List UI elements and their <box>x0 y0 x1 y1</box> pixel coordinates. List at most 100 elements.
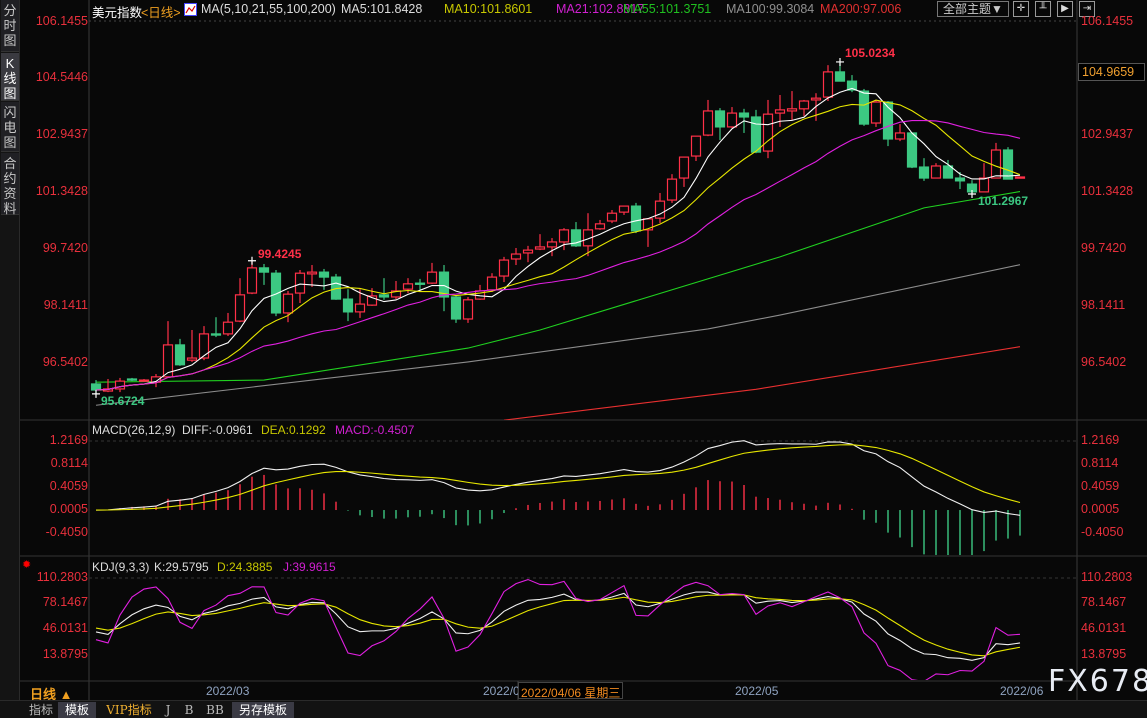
candle-body <box>234 294 246 322</box>
candle-body <box>954 177 966 182</box>
theme-dropdown[interactable]: 全部主题▼ <box>937 1 1009 17</box>
price-tick: 102.9437 <box>35 127 88 141</box>
tab-j[interactable]: J <box>160 702 176 718</box>
candle-body <box>90 383 102 391</box>
kdj-d: D:24.3885 <box>217 560 273 574</box>
candle-body <box>714 110 726 128</box>
candle <box>858 88 870 126</box>
date-tick: 2022/06 <box>1000 684 1044 698</box>
candle <box>234 278 246 323</box>
extreme-marker <box>92 389 100 398</box>
price-tick-right: 99.7420 <box>1081 241 1127 255</box>
ma-params: MA(5,10,21,55,100,200) <box>201 2 336 16</box>
candle-body <box>894 132 906 140</box>
local-low-annotation: 101.2967 <box>978 194 1029 208</box>
kdj-k: K:29.5795 <box>154 560 209 574</box>
axis-icon[interactable]: ╨ <box>1035 1 1051 17</box>
candle-body <box>762 113 774 152</box>
macd-tick: 0.0005 <box>49 502 88 516</box>
tab-bb[interactable]: BB <box>202 702 228 718</box>
candle-body <box>546 241 558 248</box>
kdj-tick: 110.2803 <box>36 570 88 584</box>
candle <box>618 205 630 215</box>
candle <box>726 107 738 128</box>
candle-body <box>906 132 918 168</box>
price-tick: 106.1455 <box>35 14 88 28</box>
ma10-line <box>95 99 1021 391</box>
kdj-tick-right: 78.1467 <box>1081 595 1127 609</box>
date-tick: 2022/03 <box>206 684 250 698</box>
candle <box>354 289 366 318</box>
candle <box>390 280 402 300</box>
kdj-tick: 13.8795 <box>42 647 88 661</box>
candle <box>138 378 150 382</box>
local-high-annotation: 99.4245 <box>258 247 302 261</box>
candle-body <box>402 283 414 290</box>
candle-body <box>786 108 798 112</box>
price-tick-right: 98.1411 <box>1081 298 1126 312</box>
play-icon[interactable]: ▶ <box>1057 1 1073 17</box>
candle <box>498 256 510 283</box>
candle <box>606 209 618 224</box>
ma100-value: MA100:99.3084 <box>726 2 815 16</box>
candle <box>162 321 174 378</box>
tab-templates[interactable]: 模板 <box>58 702 96 718</box>
candle-body <box>774 109 786 114</box>
candle <box>186 329 198 362</box>
ma5-line <box>95 87 1021 391</box>
template-bar: 指标 模板 VIP指标 J B BB 另存模板 <box>0 700 1147 718</box>
kdj-j-line <box>95 578 1021 680</box>
candle <box>906 132 918 169</box>
candle-body <box>534 246 546 250</box>
candle-body <box>618 205 630 213</box>
price-tick: 98.1411 <box>43 298 88 312</box>
candle-body <box>486 276 498 291</box>
tab-indicators[interactable]: 指标 <box>26 702 56 718</box>
chart-canvas[interactable] <box>0 0 1147 718</box>
macd-tick-right: 1.2169 <box>1081 433 1120 447</box>
candle-body <box>306 271 318 275</box>
macd-tick: 0.8114 <box>50 456 88 470</box>
candle-body <box>690 135 702 157</box>
chart-type-icon[interactable] <box>184 3 197 16</box>
candle-body <box>342 298 354 313</box>
extreme-marker <box>836 57 844 66</box>
candle-body <box>630 205 642 232</box>
kdj-tick-right: 110.2803 <box>1081 570 1133 584</box>
candle-body <box>942 165 954 179</box>
price-tick: 104.5446 <box>35 70 88 84</box>
candle <box>750 109 762 154</box>
candle <box>174 338 186 366</box>
candle <box>330 273 342 300</box>
candle <box>594 219 606 230</box>
candle-body <box>978 177 990 193</box>
macd-title: MACD(26,12,9) <box>92 423 176 437</box>
ma200-line <box>503 346 1021 420</box>
candle-body <box>510 253 522 260</box>
crosshair-icon[interactable]: ✛ <box>1013 1 1029 17</box>
candle-body <box>990 149 1002 179</box>
kdj-tick-right: 46.0131 <box>1081 621 1127 635</box>
period-label: <日线> <box>141 6 181 20</box>
candle-body <box>522 249 534 254</box>
candle-body <box>426 271 438 284</box>
low-annotation: 95.6724 <box>101 394 145 408</box>
candle <box>714 108 726 141</box>
tab-b[interactable]: B <box>180 702 198 718</box>
tab-vip-indicators[interactable]: VIP指标 <box>102 702 156 718</box>
date-tick: 2022/05 <box>735 684 779 698</box>
candle <box>522 245 534 263</box>
candle <box>210 317 222 338</box>
price-tick-right: 101.3428 <box>1081 184 1134 198</box>
macd-dea: DEA:0.1292 <box>261 423 326 437</box>
indicator-alert-icon[interactable]: ✹ <box>22 558 34 571</box>
candle <box>342 289 354 322</box>
ma10-value: MA10:101.8601 <box>444 2 533 16</box>
candle-body <box>750 116 762 153</box>
price-tick-right: 106.1455 <box>1081 14 1134 28</box>
candle-body <box>1014 176 1026 179</box>
tab-save-template[interactable]: 另存模板 <box>232 702 294 718</box>
kdj-j: J:39.9615 <box>283 560 336 574</box>
candle-body <box>606 212 618 222</box>
candle <box>222 312 234 337</box>
